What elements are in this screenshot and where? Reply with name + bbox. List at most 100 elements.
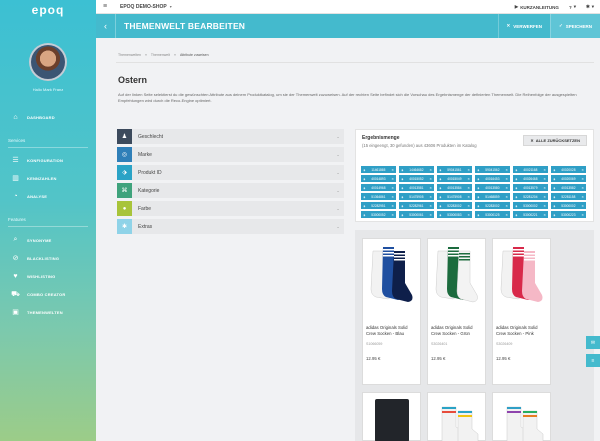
menu-icon[interactable]: ≡ xyxy=(98,3,112,10)
filter-tag[interactable]: ⬗ 52282951 ✕ xyxy=(361,202,396,209)
filter-tag[interactable]: ⬗ 52283002 ✕ xyxy=(437,202,472,209)
remove-tag-icon[interactable]: ✕ xyxy=(391,177,394,181)
sidebar-item-synonyme[interactable]: ⌕ SYNONYME xyxy=(0,233,96,247)
remove-tag-icon[interactable]: ✕ xyxy=(505,213,508,217)
remove-tag-icon[interactable]: ✕ xyxy=(429,213,432,217)
sidebar-item-dashboard[interactable]: ⌂ DASHBOARD xyxy=(0,110,96,124)
remove-tag-icon[interactable]: ✕ xyxy=(429,195,432,199)
remove-tag-icon[interactable]: ✕ xyxy=(505,195,508,199)
remove-tag-icon[interactable]: ✕ xyxy=(467,195,470,199)
filter-tag[interactable]: ⬗ 40021168 ✕ xyxy=(513,166,548,173)
chevron-down-icon[interactable]: ▾ xyxy=(170,4,172,9)
filter-tag[interactable]: ⬗ 51475908 ✕ xyxy=(437,193,472,200)
product-card[interactable] xyxy=(362,392,421,441)
breadcrumb-item[interactable]: Themenwelt xyxy=(151,53,170,57)
filter-tag[interactable]: ⬗ 40013579 ✕ xyxy=(513,184,548,191)
save-button[interactable]: ✓ SPEICHERN xyxy=(549,14,600,38)
filter-tag[interactable]: ⬗ 40016453 ✕ xyxy=(475,175,510,182)
product-card[interactable]: adidas Originals Solid Crew Socken - Bla… xyxy=(362,238,421,385)
remove-tag-icon[interactable]: ✕ xyxy=(467,204,470,208)
remove-tag-icon[interactable]: ✕ xyxy=(505,186,508,190)
remove-tag-icon[interactable]: ✕ xyxy=(467,186,470,190)
remove-tag-icon[interactable]: ✕ xyxy=(467,177,470,181)
filter-tag[interactable]: ⬗ 59041562 ✕ xyxy=(475,166,510,173)
remove-tag-icon[interactable]: ✕ xyxy=(467,213,470,217)
remove-tag-icon[interactable]: ✕ xyxy=(581,186,584,190)
filter-tag[interactable]: ⬗ 53000221 ✕ xyxy=(513,211,548,218)
filter-tag[interactable]: ⬗ 40013580 ✕ xyxy=(475,184,510,191)
remove-tag-icon[interactable]: ✕ xyxy=(543,195,546,199)
filter-extras[interactable]: ✱ Extras ⌄ xyxy=(117,219,344,234)
remove-tag-icon[interactable]: ✕ xyxy=(391,168,394,172)
sidebar-item-analyse[interactable]: ◔ ANALYSE xyxy=(0,189,96,203)
sidebar-item-kennzahlen[interactable]: ▥ KENNZAHLEN xyxy=(0,171,96,185)
remove-tag-icon[interactable]: ✕ xyxy=(391,204,394,208)
remove-tag-icon[interactable]: ✕ xyxy=(391,195,394,199)
filter-tag[interactable]: ⬗ 53000083 ✕ xyxy=(437,211,472,218)
filter-tag[interactable]: ⬗ 40015052 ✕ xyxy=(399,175,434,182)
product-card[interactable] xyxy=(427,392,486,441)
product-card[interactable] xyxy=(492,392,551,441)
filter-produkt-id[interactable]: ⬗ Produkt ID ⌄ xyxy=(117,165,344,180)
product-card[interactable]: adidas Originals Solid Crew Socken - Pin… xyxy=(492,238,551,385)
app-logo[interactable]: epoq xyxy=(0,3,96,17)
sidebar-item-wishlisting[interactable]: ♥ WISHLISTING xyxy=(0,269,96,283)
remove-tag-icon[interactable]: ✕ xyxy=(429,204,432,208)
filter-tag[interactable]: ⬗ 53000125 ✕ xyxy=(475,211,510,218)
filter-tag[interactable]: ⬗ 40026468 ✕ xyxy=(513,175,548,182)
remove-tag-icon[interactable]: ✕ xyxy=(581,204,584,208)
help-link[interactable]: ▶ KURZANLEITUNG xyxy=(515,4,559,10)
help-menu[interactable]: ? ▾ xyxy=(569,4,576,10)
remove-tag-icon[interactable]: ✕ xyxy=(543,213,546,217)
avatar[interactable] xyxy=(29,43,67,81)
remove-tag-icon[interactable]: ✕ xyxy=(467,168,470,172)
filter-tag[interactable]: ⬗ 14464682 ✕ xyxy=(399,166,434,173)
discard-button[interactable]: ✕ VERWERFEN xyxy=(497,14,550,38)
filter-tag[interactable]: ⬗ 40013584 ✕ xyxy=(437,184,472,191)
filter-tag[interactable]: ⬗ 52281158 ✕ xyxy=(551,193,586,200)
remove-tag-icon[interactable]: ✕ xyxy=(429,168,432,172)
sidebar-item-blacklisting[interactable]: ⊘ BLACKLISTING xyxy=(0,251,96,265)
remove-tag-icon[interactable]: ✕ xyxy=(429,177,432,181)
filter-marke[interactable]: ◎ Marke ⌄ xyxy=(117,147,344,162)
filter-tag[interactable]: ⬗ 51364861 ✕ xyxy=(361,193,396,200)
filter-tag[interactable]: ⬗ 53000002 ✕ xyxy=(513,202,548,209)
filter-tag[interactable]: ⬗ 40013581 ✕ xyxy=(399,184,434,191)
filter-tag[interactable]: ⬗ 40014893 ✕ xyxy=(361,175,396,182)
breadcrumb-item[interactable]: Themenwelten xyxy=(118,53,141,57)
sidebar-item-konfiguration[interactable]: ☰ KONFIGURATION xyxy=(0,153,96,167)
sidebar-item-themenwelten[interactable]: ▣ THEMENWELTEN xyxy=(0,305,96,319)
side-panel-button[interactable]: ≡ xyxy=(586,354,600,367)
remove-tag-icon[interactable]: ✕ xyxy=(581,195,584,199)
filter-tag[interactable]: ⬗ 52282961 ✕ xyxy=(399,202,434,209)
filter-tag[interactable]: ⬗ 53000002 ✕ xyxy=(551,202,586,209)
filter-tag[interactable]: ⬗ 11461865 ✕ xyxy=(361,166,396,173)
back-button[interactable]: ‹ xyxy=(96,14,116,38)
shop-selector[interactable]: EPOQ DEMO-SHOP xyxy=(120,4,167,10)
filter-tag[interactable]: ⬗ 40020028 ✕ xyxy=(551,166,586,173)
filter-tag[interactable]: ⬗ 40015049 ✕ xyxy=(437,175,472,182)
filter-farbe[interactable]: ● Farbe ⌄ xyxy=(117,201,344,216)
filter-tag[interactable]: ⬗ 53000052 ✕ xyxy=(361,211,396,218)
filter-tag[interactable]: ⬗ 40020069 ✕ xyxy=(551,175,586,182)
filter-kategorie[interactable]: ⌘ Kategorie ⌄ xyxy=(117,183,344,198)
filter-tag[interactable]: ⬗ 52283002 ✕ xyxy=(475,202,510,209)
reset-all-button[interactable]: ✕ ALLE ZURÜCKSETZEN xyxy=(523,135,587,146)
remove-tag-icon[interactable]: ✕ xyxy=(391,213,394,217)
sidebar-item-combo-creator[interactable]: ⛟ COMBO CREATOR xyxy=(0,287,96,301)
filter-tag[interactable]: ⬗ 40013582 ✕ xyxy=(551,184,586,191)
filter-tag[interactable]: ⬗ 51468859 ✕ xyxy=(475,193,510,200)
filter-tag[interactable]: ⬗ 40014968 ✕ xyxy=(361,184,396,191)
remove-tag-icon[interactable]: ✕ xyxy=(543,186,546,190)
filter-tag[interactable]: ⬗ 53000223 ✕ xyxy=(551,211,586,218)
remove-tag-icon[interactable]: ✕ xyxy=(581,213,584,217)
feedback-button[interactable]: ✉ xyxy=(586,336,600,349)
filter-geschlecht[interactable]: ♟ Geschlecht ⌄ xyxy=(117,129,344,144)
remove-tag-icon[interactable]: ✕ xyxy=(543,177,546,181)
remove-tag-icon[interactable]: ✕ xyxy=(581,177,584,181)
remove-tag-icon[interactable]: ✕ xyxy=(391,186,394,190)
remove-tag-icon[interactable]: ✕ xyxy=(505,177,508,181)
filter-tag[interactable]: ⬗ 53000061 ✕ xyxy=(399,211,434,218)
remove-tag-icon[interactable]: ✕ xyxy=(543,168,546,172)
remove-tag-icon[interactable]: ✕ xyxy=(505,204,508,208)
